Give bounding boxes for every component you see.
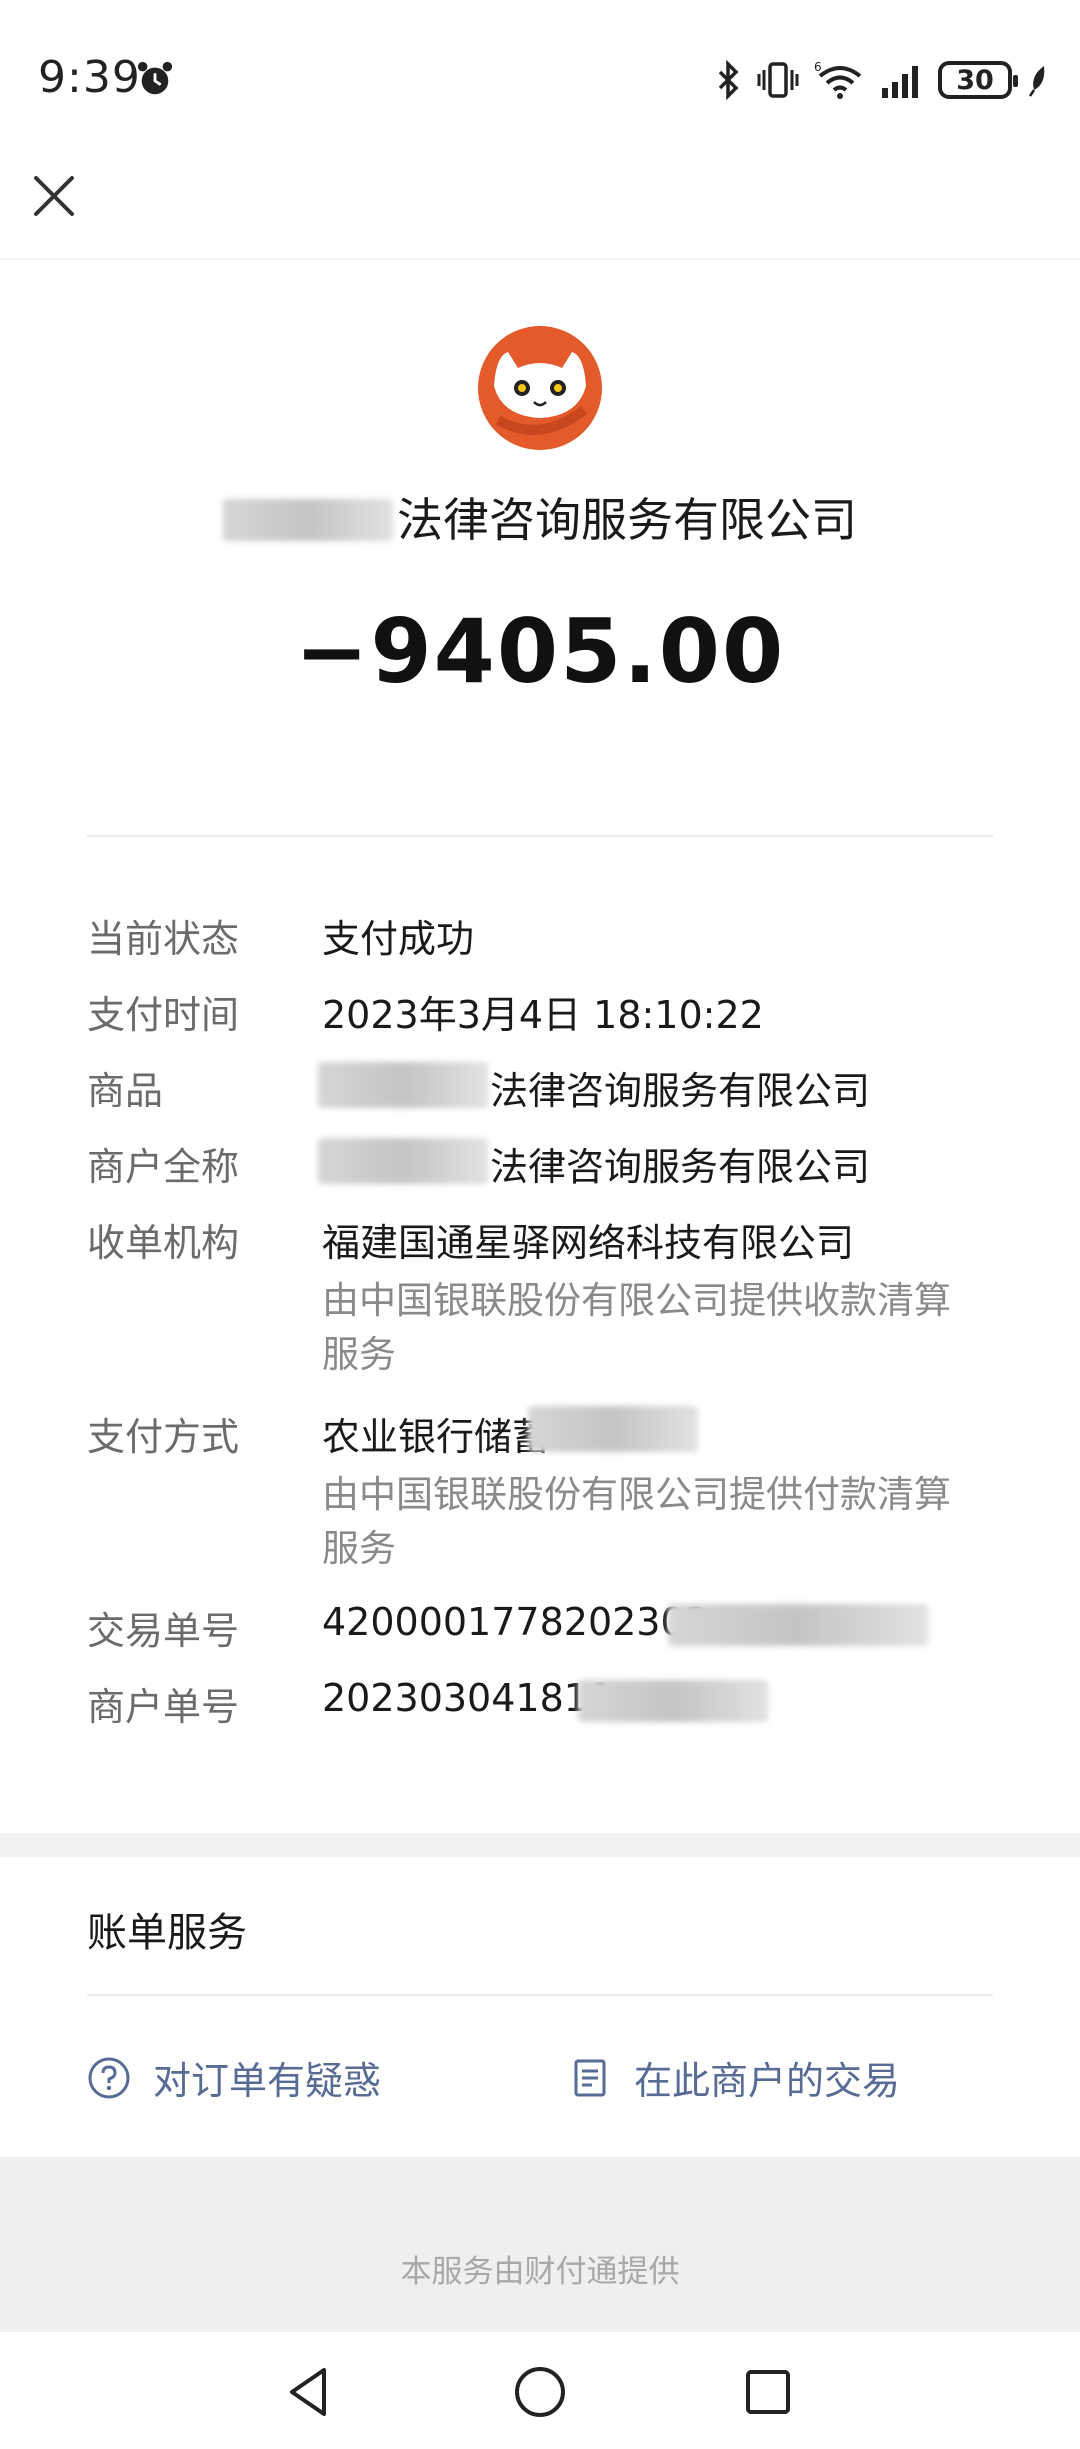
detail-value: 4200001778202303 xyxy=(322,1600,709,1644)
redaction-blur xyxy=(318,1138,488,1184)
section-separator xyxy=(0,1833,1080,1857)
signal-icon xyxy=(882,66,918,98)
detail-label: 支付时间 xyxy=(87,993,240,1037)
merchant-logo xyxy=(478,326,602,450)
detail-value: 法律咨询服务有限公司 xyxy=(490,1069,871,1113)
merchant-name-text: 法律咨询服务有限公司 xyxy=(397,493,857,547)
vibrate-icon xyxy=(757,62,799,98)
battery-icon: 30 xyxy=(938,61,1018,99)
status-bar: 9:39 6 30 xyxy=(0,0,1080,160)
leaf-icon xyxy=(1028,66,1045,97)
detail-label: 商品 xyxy=(87,1069,164,1113)
divider xyxy=(87,1994,993,1996)
detail-value: 福建国通星驿网络科技有限公司 xyxy=(322,1221,855,1265)
detail-label: 收单机构 xyxy=(87,1221,240,1265)
divider xyxy=(87,835,993,837)
detail-value: 法律咨询服务有限公司 xyxy=(490,1145,871,1189)
question-icon xyxy=(88,2057,130,2098)
bill-service-title: 账单服务 xyxy=(87,1910,247,1956)
redaction-blur xyxy=(223,498,393,541)
redaction-blur xyxy=(528,1406,698,1452)
svg-text:6: 6 xyxy=(814,60,822,74)
merchant-name: 法律咨询服务有限公司 xyxy=(0,484,1080,550)
bluetooth-icon xyxy=(718,60,739,100)
recents-icon[interactable] xyxy=(736,2360,800,2424)
detail-label: 商户单号 xyxy=(87,1685,240,1729)
payment-amount: −9405.00 xyxy=(294,600,786,703)
status-icons: 6 30 xyxy=(716,58,1050,102)
battery-level: 30 xyxy=(956,64,994,96)
detail-value: 支付成功 xyxy=(322,917,475,961)
wifi-6-icon: 6 xyxy=(814,60,862,99)
status-time: 9:39 xyxy=(38,52,141,103)
detail-label: 当前状态 xyxy=(87,917,240,961)
close-button[interactable] xyxy=(28,170,80,222)
redaction-blur xyxy=(578,1680,768,1722)
merchant-transactions-label: 在此商户的交易 xyxy=(634,2059,901,2103)
home-icon[interactable] xyxy=(508,2360,572,2424)
redaction-blur xyxy=(668,1604,928,1646)
detail-value: 2023年3月4日 18:10:22 xyxy=(322,993,764,1037)
detail-note: 由中国银联股份有限公司提供收款清算服务 xyxy=(322,1279,951,1376)
footer-provider-text: 本服务由财付通提供 xyxy=(400,2254,680,2290)
detail-label: 商户全称 xyxy=(87,1145,240,1189)
detail-note: 由中国银联股份有限公司提供付款清算服务 xyxy=(322,1473,951,1570)
detail-label: 交易单号 xyxy=(87,1609,240,1653)
detail-label: 支付方式 xyxy=(87,1415,240,1459)
merchant-transactions-link[interactable]: 在此商户的交易 xyxy=(568,2050,900,2105)
order-question-label: 对订单有疑惑 xyxy=(153,2059,382,2103)
detail-value: 农业银行储蓄 xyxy=(322,1415,551,1459)
document-icon xyxy=(574,2059,606,2096)
back-icon[interactable] xyxy=(278,2360,342,2424)
order-question-link[interactable]: 对订单有疑惑 xyxy=(87,2050,381,2105)
redaction-blur xyxy=(318,1062,488,1108)
footer xyxy=(0,2157,1080,2332)
detail-value: 202303041810 xyxy=(322,1676,613,1720)
header-divider xyxy=(0,258,1080,260)
alarm-icon xyxy=(137,61,173,95)
